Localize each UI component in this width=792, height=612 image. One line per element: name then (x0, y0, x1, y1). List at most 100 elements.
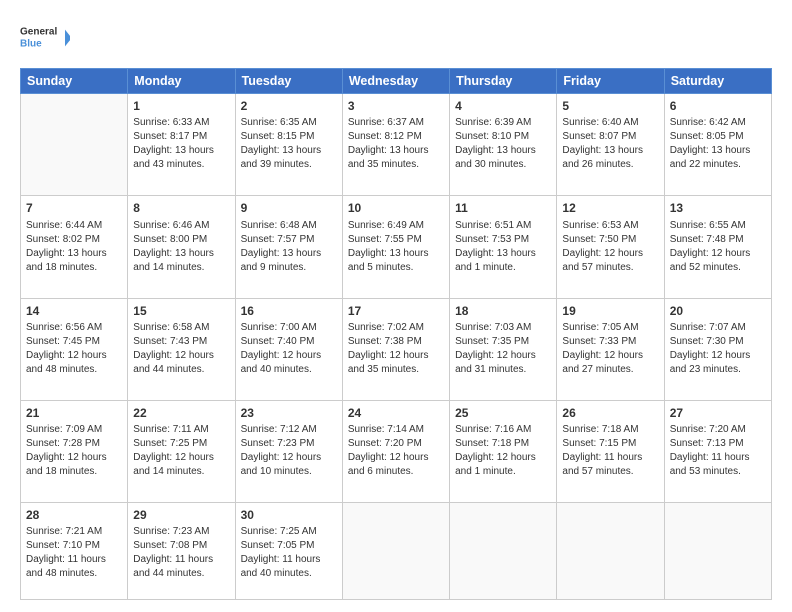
logo: General Blue (20, 18, 70, 58)
day-cell: 20 Sunrise: 7:07 AM Sunset: 7:30 PM Dayli… (664, 298, 771, 400)
day-number: 14 (26, 303, 122, 319)
day-detail: Sunrise: 6:40 AM Sunset: 8:07 PM Dayligh… (562, 116, 658, 172)
day-cell: 29 Sunrise: 7:23 AM Sunset: 7:08 PM Dayli… (128, 503, 235, 600)
day-number: 6 (670, 98, 766, 114)
day-cell: 22 Sunrise: 7:11 AM Sunset: 7:25 PM Dayli… (128, 400, 235, 502)
day-number: 22 (133, 405, 229, 421)
day-detail: Sunrise: 6:51 AM Sunset: 7:53 PM Dayligh… (455, 219, 551, 275)
day-number: 27 (670, 405, 766, 421)
day-detail: Sunrise: 6:55 AM Sunset: 7:48 PM Dayligh… (670, 219, 766, 275)
day-detail: Sunrise: 6:58 AM Sunset: 7:43 PM Dayligh… (133, 321, 229, 377)
day-number: 25 (455, 405, 551, 421)
day-cell: 12 Sunrise: 6:53 AM Sunset: 7:50 PM Dayli… (557, 196, 664, 298)
day-cell: 28 Sunrise: 7:21 AM Sunset: 7:10 PM Dayli… (21, 503, 128, 600)
day-detail: Sunrise: 7:11 AM Sunset: 7:25 PM Dayligh… (133, 423, 229, 479)
day-cell: 6 Sunrise: 6:42 AM Sunset: 8:05 PM Daylig… (664, 94, 771, 196)
calendar-table: Sunday Monday Tuesday Wednesday Thursday… (20, 68, 772, 600)
day-number: 2 (241, 98, 337, 114)
day-number: 11 (455, 200, 551, 216)
header-wednesday: Wednesday (342, 69, 449, 94)
day-cell: 14 Sunrise: 6:56 AM Sunset: 7:45 PM Dayli… (21, 298, 128, 400)
day-number: 7 (26, 200, 122, 216)
day-cell (450, 503, 557, 600)
header-friday: Friday (557, 69, 664, 94)
day-cell: 16Sunrise: 7:00 AM Sunset: 7:40 PM Dayli… (235, 298, 342, 400)
header-sunday: Sunday (21, 69, 128, 94)
day-number: 18 (455, 303, 551, 319)
logo-icon: General Blue (20, 18, 70, 58)
day-detail: Sunrise: 7:18 AM Sunset: 7:15 PM Dayligh… (562, 423, 658, 479)
day-detail: Sunrise: 6:44 AM Sunset: 8:02 PM Dayligh… (26, 219, 122, 275)
day-detail: Sunrise: 6:37 AM Sunset: 8:12 PM Dayligh… (348, 116, 444, 172)
week-row-5: 28 Sunrise: 7:21 AM Sunset: 7:10 PM Dayli… (21, 503, 772, 600)
day-cell: 30 Sunrise: 7:25 AM Sunset: 7:05 PM Dayli… (235, 503, 342, 600)
day-number: 1 (133, 98, 229, 114)
day-cell: 21 Sunrise: 7:09 AM Sunset: 7:28 PM Dayli… (21, 400, 128, 502)
day-cell: 26 Sunrise: 7:18 AM Sunset: 7:15 PM Dayli… (557, 400, 664, 502)
day-cell: 7 Sunrise: 6:44 AM Sunset: 8:02 PM Daylig… (21, 196, 128, 298)
day-cell: 13 Sunrise: 6:55 AM Sunset: 7:48 PM Dayli… (664, 196, 771, 298)
day-cell: 2 Sunrise: 6:35 AM Sunset: 8:15 PM Daylig… (235, 94, 342, 196)
day-detail: Sunrise: 7:12 AM Sunset: 7:23 PM Dayligh… (241, 423, 337, 479)
day-number: 19 (562, 303, 658, 319)
day-detail: Sunrise: 7:25 AM Sunset: 7:05 PM Dayligh… (241, 525, 337, 581)
day-number: 13 (670, 200, 766, 216)
svg-text:General: General (20, 27, 57, 38)
day-cell: 5 Sunrise: 6:40 AM Sunset: 8:07 PM Daylig… (557, 94, 664, 196)
week-row-1: 1 Sunrise: 6:33 AM Sunset: 8:17 PM Daylig… (21, 94, 772, 196)
header-saturday: Saturday (664, 69, 771, 94)
day-number: 10 (348, 200, 444, 216)
day-cell: 8Sunrise: 6:46 AM Sunset: 8:00 PM Daylig… (128, 196, 235, 298)
week-row-3: 14 Sunrise: 6:56 AM Sunset: 7:45 PM Dayli… (21, 298, 772, 400)
day-number: 4 (455, 98, 551, 114)
day-detail: Sunrise: 7:21 AM Sunset: 7:10 PM Dayligh… (26, 525, 122, 581)
day-cell: 27 Sunrise: 7:20 AM Sunset: 7:13 PM Dayli… (664, 400, 771, 502)
day-number: 21 (26, 405, 122, 421)
day-number: 15 (133, 303, 229, 319)
day-cell: 25 Sunrise: 7:16 AM Sunset: 7:18 PM Dayli… (450, 400, 557, 502)
week-row-2: 7 Sunrise: 6:44 AM Sunset: 8:02 PM Daylig… (21, 196, 772, 298)
day-number: 30 (241, 507, 337, 523)
day-number: 20 (670, 303, 766, 319)
day-number: 29 (133, 507, 229, 523)
header-tuesday: Tuesday (235, 69, 342, 94)
day-number: 9 (241, 200, 337, 216)
day-detail: Sunrise: 6:33 AM Sunset: 8:17 PM Dayligh… (133, 116, 229, 172)
day-cell: 17 Sunrise: 7:02 AM Sunset: 7:38 PM Dayli… (342, 298, 449, 400)
day-number: 16 (241, 303, 337, 319)
day-cell: 1 Sunrise: 6:33 AM Sunset: 8:17 PM Daylig… (128, 94, 235, 196)
day-detail: Sunrise: 7:14 AM Sunset: 7:20 PM Dayligh… (348, 423, 444, 479)
day-number: 26 (562, 405, 658, 421)
day-detail: Sunrise: 7:16 AM Sunset: 7:18 PM Dayligh… (455, 423, 551, 479)
day-detail: Sunrise: 7:23 AM Sunset: 7:08 PM Dayligh… (133, 525, 229, 581)
day-detail: Sunrise: 6:53 AM Sunset: 7:50 PM Dayligh… (562, 219, 658, 275)
day-cell: 18 Sunrise: 7:03 AM Sunset: 7:35 PM Dayli… (450, 298, 557, 400)
day-cell: 23 Sunrise: 7:12 AM Sunset: 7:23 PM Dayli… (235, 400, 342, 502)
day-number: 23 (241, 405, 337, 421)
day-detail: Sunrise: 7:02 AM Sunset: 7:38 PM Dayligh… (348, 321, 444, 377)
day-number: 8 (133, 200, 229, 216)
day-detail: Sunrise: 6:56 AM Sunset: 7:45 PM Dayligh… (26, 321, 122, 377)
day-number: 17 (348, 303, 444, 319)
day-cell: 10 Sunrise: 6:49 AM Sunset: 7:55 PM Dayli… (342, 196, 449, 298)
day-detail: Sunrise: 7:05 AM Sunset: 7:33 PM Dayligh… (562, 321, 658, 377)
day-number: 28 (26, 507, 122, 523)
day-detail: Sunrise: 7:20 AM Sunset: 7:13 PM Dayligh… (670, 423, 766, 479)
week-row-4: 21 Sunrise: 7:09 AM Sunset: 7:28 PM Dayli… (21, 400, 772, 502)
day-detail: Sunrise: 6:49 AM Sunset: 7:55 PM Dayligh… (348, 219, 444, 275)
day-detail: Sunrise: 7:07 AM Sunset: 7:30 PM Dayligh… (670, 321, 766, 377)
day-cell: 19 Sunrise: 7:05 AM Sunset: 7:33 PM Dayli… (557, 298, 664, 400)
day-cell: 4Sunrise: 6:39 AM Sunset: 8:10 PM Daylig… (450, 94, 557, 196)
day-detail: Sunrise: 6:42 AM Sunset: 8:05 PM Dayligh… (670, 116, 766, 172)
day-detail: Sunrise: 6:35 AM Sunset: 8:15 PM Dayligh… (241, 116, 337, 172)
day-cell: 11 Sunrise: 6:51 AM Sunset: 7:53 PM Dayli… (450, 196, 557, 298)
day-cell (557, 503, 664, 600)
day-number: 5 (562, 98, 658, 114)
day-number: 12 (562, 200, 658, 216)
day-detail: Sunrise: 7:09 AM Sunset: 7:28 PM Dayligh… (26, 423, 122, 479)
day-detail: Sunrise: 7:03 AM Sunset: 7:35 PM Dayligh… (455, 321, 551, 377)
header: General Blue (20, 18, 772, 58)
day-cell (342, 503, 449, 600)
day-cell: 3Sunrise: 6:37 AM Sunset: 8:12 PM Daylig… (342, 94, 449, 196)
page: General Blue Sunday Monday Tuesday Wedne… (0, 0, 792, 612)
